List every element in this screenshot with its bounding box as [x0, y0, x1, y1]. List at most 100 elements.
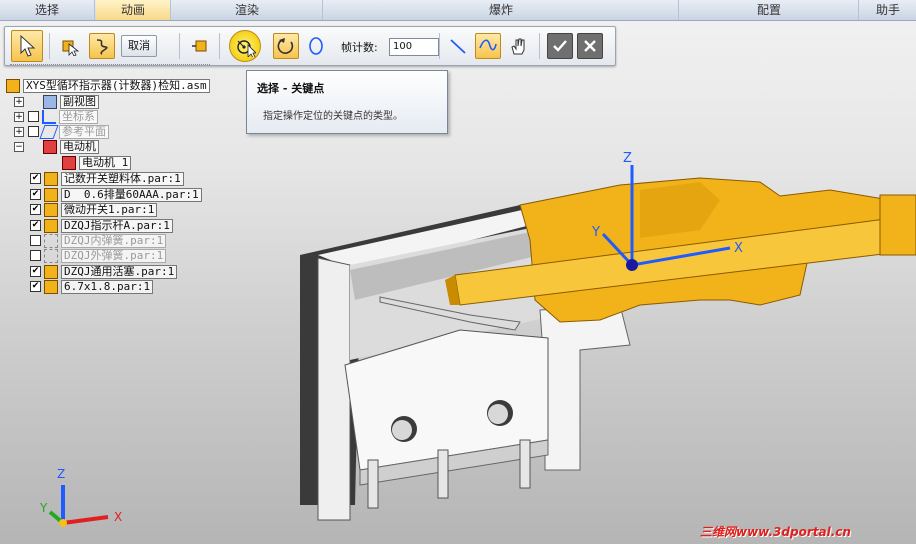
tooltip-body: 指定操作定位的关键点的类型。 — [263, 111, 403, 122]
triad-x-label: X — [114, 510, 122, 524]
select-tool-button[interactable] — [11, 30, 43, 62]
tree-root-label: XYS型循环指示器(计数器)检知.asm — [23, 78, 210, 93]
linear-motion-button[interactable] — [445, 33, 471, 59]
tree-item-part[interactable]: DZQJ外弹簧.par:1 — [30, 248, 167, 263]
frame-count-input[interactable]: 100 — [389, 38, 439, 56]
tree-item-label: DZQJ通用活塞.par:1 — [61, 264, 178, 279]
close-icon — [584, 40, 596, 52]
tree-item-label: 参考平面 — [59, 124, 109, 139]
tree-root[interactable]: XYS型循环指示器(计数器)检知.asm — [6, 78, 210, 93]
reference-plane-icon — [39, 124, 59, 139]
tab-animation[interactable]: 动画 — [96, 0, 171, 20]
tree-item-label: DZQJ指示杆A.par:1 — [61, 218, 173, 233]
tree-item-label: 记数开关塑料体.par:1 — [61, 171, 184, 186]
tree-item-label: DZQJ内弹簧.par:1 — [61, 233, 167, 248]
part-icon — [44, 171, 58, 186]
tab-configure[interactable]: 配置 — [680, 0, 859, 20]
tree-item-motor[interactable]: − 电动机 — [14, 139, 99, 154]
ribbon-tab-bar: 选择 动画 渲染 爆炸 配置 助手 — [0, 0, 916, 21]
tree-item-label: D 0.6排量60AAA.par:1 — [61, 187, 202, 202]
motor-icon — [62, 155, 76, 170]
diagonal-line-icon — [450, 39, 466, 54]
part-icon — [44, 233, 58, 248]
visibility-checkbox[interactable]: ✔ — [30, 281, 41, 292]
visibility-checkbox[interactable] — [30, 235, 41, 246]
frame-count-label: 帧计数: — [341, 41, 378, 54]
model-axis-x-label: X — [734, 241, 743, 256]
tree-item-coordinate-system[interactable]: + 坐标系 — [14, 109, 98, 124]
command-bar: 取消 帧计数: 100 — [4, 26, 616, 66]
visibility-checkbox[interactable] — [28, 111, 39, 122]
close-button[interactable] — [577, 33, 603, 59]
accept-button[interactable] — [547, 33, 573, 59]
visibility-checkbox[interactable]: ✔ — [30, 220, 41, 231]
part-box-icon — [192, 40, 207, 52]
visibility-checkbox[interactable] — [28, 126, 39, 137]
visibility-checkbox[interactable]: ✔ — [30, 189, 41, 200]
expand-icon[interactable]: + — [14, 96, 24, 107]
expand-icon[interactable]: + — [14, 111, 24, 122]
part-icon — [44, 187, 58, 202]
part-icon — [44, 248, 58, 263]
coordinate-system-icon — [42, 109, 56, 124]
part-select-icon — [62, 40, 80, 56]
triad-y-label: Y — [39, 501, 48, 515]
arc-icon — [277, 38, 294, 54]
checkmark-icon — [553, 40, 567, 52]
ellipse-icon — [309, 37, 323, 55]
part-icon — [44, 279, 58, 294]
rotate-arc-button[interactable] — [273, 33, 299, 59]
tree-item-view[interactable]: + 副视图 — [14, 94, 99, 109]
tree-item-part[interactable]: ✔ 记数开关塑料体.par:1 — [30, 171, 184, 186]
watermark: 三维网www.3dportal.cn — [700, 525, 851, 539]
keypoint-tooltip: 选择 - 关键点 指定操作定位的关键点的类型。 — [246, 70, 448, 134]
tree-item-label: 微动开关1.par:1 — [61, 202, 158, 217]
part-option-button[interactable] — [187, 33, 213, 59]
visibility-checkbox[interactable]: ✔ — [30, 204, 41, 215]
ellipse-button[interactable] — [303, 33, 329, 59]
tree-item-label: 电动机 1 — [79, 155, 132, 170]
select-part-button[interactable] — [57, 33, 83, 59]
tab-assistant[interactable]: 助手 — [860, 0, 916, 20]
keypoint-target-icon — [237, 40, 256, 57]
tree-item-part[interactable]: ✔ D 0.6排量60AAA.par:1 — [30, 187, 202, 202]
part-icon — [44, 264, 58, 279]
tooltip-title: 选择 - 关键点 — [257, 82, 325, 95]
tab-explode[interactable]: 爆炸 — [324, 0, 679, 20]
tab-select[interactable]: 选择 — [0, 0, 95, 20]
assembly-icon — [6, 78, 20, 93]
collapse-icon[interactable]: − — [14, 141, 24, 152]
hand-tool-button[interactable] — [505, 33, 531, 59]
tree-item-reference-planes[interactable]: + 参考平面 — [14, 124, 109, 139]
tree-item-part[interactable]: ✔ 微动开关1.par:1 — [30, 202, 158, 217]
expand-icon[interactable]: + — [14, 126, 24, 137]
wave-icon — [479, 39, 497, 51]
keypoint-selector-button[interactable] — [229, 30, 261, 62]
tab-render[interactable]: 渲染 — [172, 0, 323, 20]
tree-item-part[interactable]: ✔ DZQJ通用活塞.par:1 — [30, 264, 178, 279]
tree-item-label: 副视图 — [60, 94, 99, 109]
tree-item-label: 坐标系 — [59, 109, 98, 124]
visibility-checkbox[interactable]: ✔ — [30, 173, 41, 184]
tree-item-label: 电动机 — [60, 139, 99, 154]
tree-item-part[interactable]: ✔ DZQJ指示杆A.par:1 — [30, 218, 173, 233]
tree-item-motor-1[interactable]: 电动机 1 — [62, 155, 132, 170]
tree-item-label: DZQJ外弹簧.par:1 — [61, 248, 167, 263]
cancel-button[interactable]: 取消 — [121, 35, 157, 57]
model-axis-z-label: Z — [623, 151, 632, 166]
visibility-checkbox[interactable]: ✔ — [30, 266, 41, 277]
triad-z-label: Z — [57, 467, 65, 481]
visibility-checkbox[interactable] — [30, 250, 41, 261]
view-triad: X Y Z — [39, 467, 122, 527]
view-icon — [43, 94, 57, 109]
curve-motion-button[interactable] — [475, 33, 501, 59]
command-bar-grip[interactable] — [10, 64, 210, 69]
part-icon — [44, 218, 58, 233]
select-curve-button[interactable] — [89, 33, 115, 59]
tree-item-part[interactable]: ✔ 6.7x1.8.par:1 — [30, 279, 154, 294]
hand-icon — [511, 38, 525, 55]
tree-item-label: 6.7x1.8.par:1 — [61, 279, 154, 294]
tree-item-part[interactable]: DZQJ内弹簧.par:1 — [30, 233, 167, 248]
part-icon — [44, 202, 58, 217]
arrow-cursor-icon — [20, 35, 36, 57]
